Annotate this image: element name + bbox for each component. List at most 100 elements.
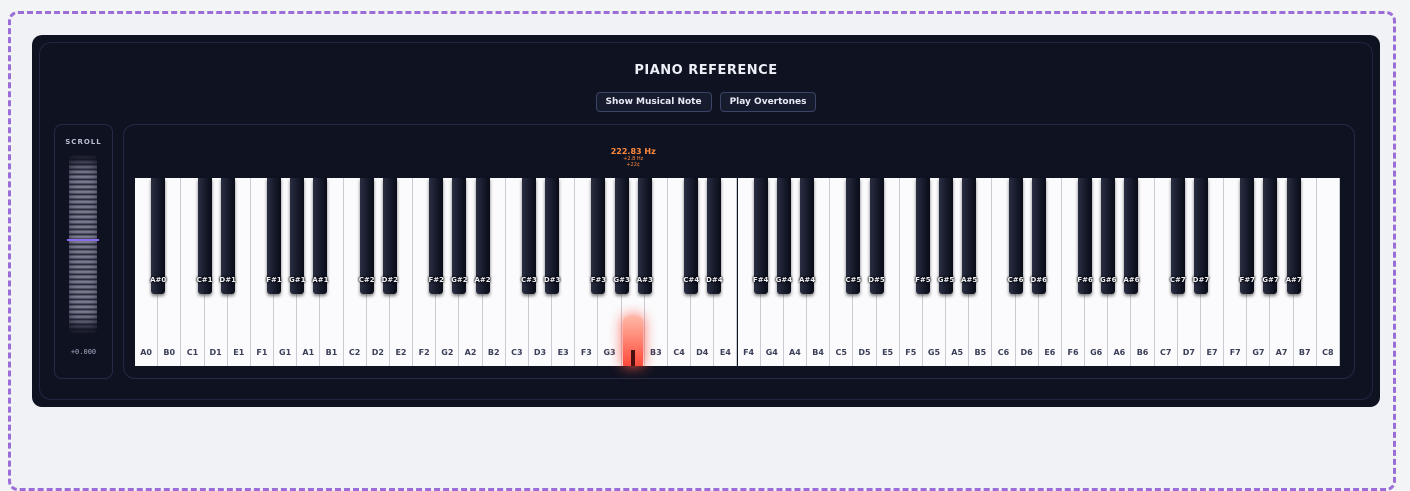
white-key-label: D5	[858, 348, 871, 357]
white-key-label: B3	[650, 348, 662, 357]
white-key-label: E3	[557, 348, 569, 357]
frequency-readout: 222.83 Hz +2.8 Hz +22¢	[611, 147, 656, 168]
black-key-label: G#1	[288, 276, 306, 284]
black-key-dsharp1[interactable]: D#1	[219, 178, 236, 294]
black-key-asharp3[interactable]: A#3	[637, 178, 653, 294]
black-key-csharp1[interactable]: C#1	[197, 178, 212, 294]
white-key-label: D2	[371, 348, 384, 357]
black-key-asharp1[interactable]: A#1	[312, 178, 328, 294]
black-key-dsharp5[interactable]: D#5	[868, 178, 885, 294]
black-key-label: G#3	[613, 276, 630, 284]
white-key-label: B6	[1136, 348, 1149, 357]
white-key-c8[interactable]: C8	[1316, 178, 1340, 366]
black-key-label: F#3	[590, 276, 607, 284]
black-key-gsharp5[interactable]: G#5	[938, 178, 954, 294]
black-key-dsharp2[interactable]: D#2	[382, 178, 398, 294]
black-key-csharp2[interactable]: C#2	[359, 178, 375, 294]
active-key-marker	[623, 316, 644, 366]
white-key-label: G6	[1090, 348, 1103, 357]
black-key-label: C#3	[521, 276, 537, 284]
white-key-label: A7	[1275, 348, 1288, 357]
white-key-label: D4	[696, 348, 709, 357]
black-key-dsharp7[interactable]: D#7	[1193, 178, 1209, 294]
black-key-gsharp7[interactable]: G#7	[1262, 178, 1279, 294]
black-key-gsharp1[interactable]: G#1	[289, 178, 305, 294]
white-key-label: F2	[418, 348, 430, 357]
black-key-fsharp2[interactable]: F#2	[428, 178, 444, 294]
black-key-asharp2[interactable]: A#2	[475, 178, 491, 294]
black-key-fsharp7[interactable]: F#7	[1240, 178, 1255, 294]
black-key-asharp5[interactable]: A#5	[961, 178, 977, 294]
white-key-label: A2	[464, 348, 477, 357]
black-key-label: G#4	[775, 276, 793, 284]
scroll-wheel[interactable]	[67, 155, 99, 333]
white-key-label: A6	[1113, 348, 1126, 357]
black-key-label: A#7	[1285, 276, 1302, 284]
black-key-label: A#2	[474, 276, 491, 284]
white-key-label: A5	[951, 348, 964, 357]
black-key-fsharp6[interactable]: F#6	[1077, 178, 1093, 294]
white-key-label: A1	[302, 348, 315, 357]
black-key-label: C#1	[196, 276, 213, 284]
show-musical-note-button[interactable]: Show Musical Note	[595, 92, 712, 112]
black-key-gsharp4[interactable]: G#4	[776, 178, 792, 294]
white-key-label: F4	[743, 348, 755, 357]
white-key-label: G3	[603, 348, 616, 357]
frequency-cents: +22¢	[626, 162, 641, 168]
white-key-label: A0	[140, 348, 152, 357]
white-key-label: C2	[348, 348, 361, 357]
black-key-fsharp5[interactable]: F#5	[915, 178, 931, 294]
black-key-label: D#4	[706, 276, 723, 284]
black-key-label: D#7	[1192, 276, 1210, 284]
black-key-asharp7[interactable]: A#7	[1286, 178, 1302, 294]
black-key-label: G#2	[451, 276, 468, 284]
piano-keyboard: A0 B0 C1 D1 E1 F1 G1 A1 B1 C2 D2 E2 F2 G2 A2 B2 C3 D3 E3 F3…	[135, 178, 1340, 366]
black-key-label: A#6	[1123, 276, 1140, 284]
white-key-label: B2	[487, 348, 500, 357]
black-key-csharp6[interactable]: C#6	[1008, 178, 1024, 294]
black-key-label: A#1	[312, 276, 329, 284]
black-key-label: G#6	[1100, 276, 1117, 284]
white-key-label: F1	[256, 348, 268, 357]
white-key-label: C7	[1159, 348, 1172, 357]
black-key-label: G#5	[937, 276, 955, 284]
black-key-dsharp4[interactable]: D#4	[706, 178, 723, 294]
black-key-csharp3[interactable]: C#3	[521, 178, 537, 294]
black-key-label: D#6	[1030, 276, 1048, 284]
black-key-label: G#7	[1262, 276, 1279, 284]
black-key-label: F#2	[428, 276, 445, 284]
white-key-label: E4	[719, 348, 731, 357]
black-key-dsharp6[interactable]: D#6	[1030, 178, 1047, 294]
black-key-label: A#5	[961, 276, 978, 284]
white-key-label: A4	[789, 348, 801, 357]
white-key-label: G1	[279, 348, 292, 357]
frequency-hz: 222.83 Hz	[610, 147, 656, 156]
black-key-dsharp3[interactable]: D#3	[544, 178, 560, 294]
black-key-asharp4[interactable]: A#4	[799, 178, 815, 294]
white-key-label: B4	[812, 348, 824, 357]
black-key-fsharp4[interactable]: F#4	[753, 178, 768, 294]
white-key-label: E7	[1206, 348, 1218, 357]
white-key-label: G7	[1252, 348, 1265, 357]
black-key-gsharp3[interactable]: G#3	[613, 178, 630, 294]
scroll-control: SCROLL +0.000	[54, 124, 113, 379]
black-key-fsharp3[interactable]: F#3	[591, 178, 606, 294]
black-key-label: D#3	[543, 276, 561, 284]
black-key-label: C#4	[683, 276, 700, 284]
black-key-label: A#4	[798, 276, 816, 284]
scroll-position-marker	[67, 239, 99, 241]
page-title: PIANO REFERENCE	[634, 63, 778, 78]
black-key-gsharp6[interactable]: G#6	[1100, 178, 1117, 294]
black-key-csharp4[interactable]: C#4	[683, 178, 699, 294]
black-key-fsharp1[interactable]: F#1	[266, 178, 282, 294]
white-key-label: D7	[1182, 348, 1195, 357]
black-key-asharp6[interactable]: A#6	[1123, 178, 1140, 294]
play-overtones-button[interactable]: Play Overtones	[719, 92, 817, 112]
black-key-label: D#5	[868, 276, 885, 284]
black-key-label: C#7	[1169, 276, 1186, 284]
black-key-csharp5[interactable]: C#5	[845, 178, 861, 294]
black-key-gsharp2[interactable]: G#2	[451, 178, 468, 294]
white-key-label: F3	[580, 348, 592, 357]
black-key-csharp7[interactable]: C#7	[1170, 178, 1186, 294]
black-key-asharp0[interactable]: A#0	[150, 178, 166, 294]
